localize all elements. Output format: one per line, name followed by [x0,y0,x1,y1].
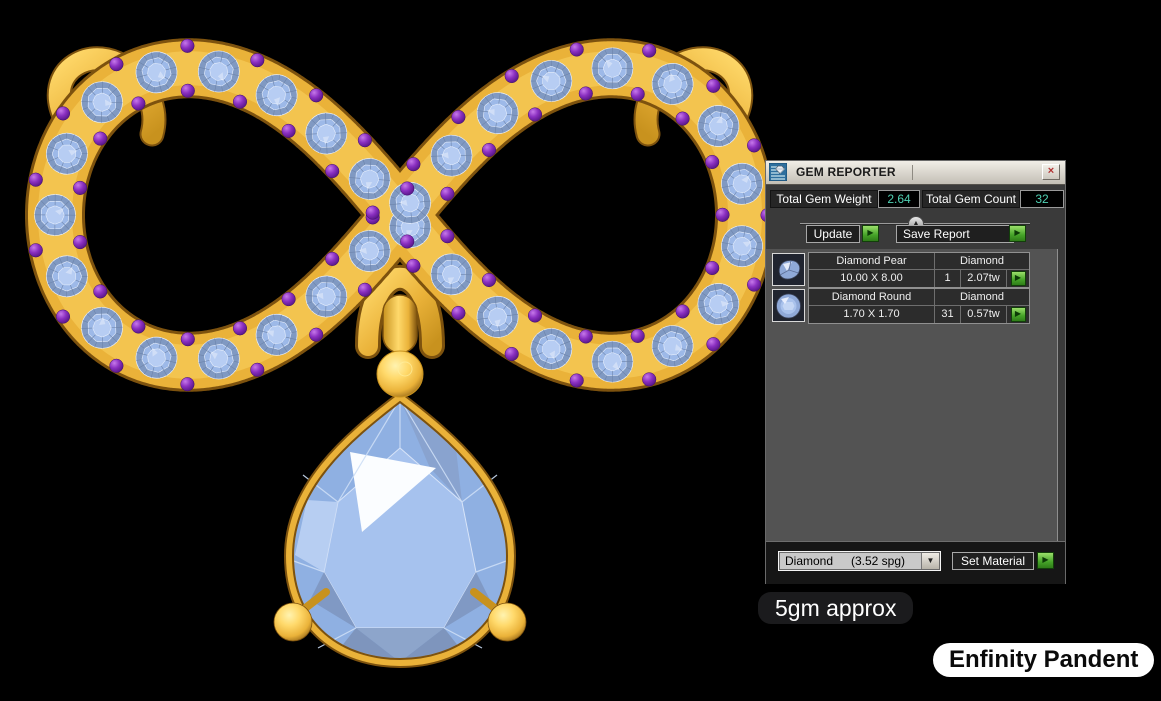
gem-row-action: ▶ [1007,306,1029,323]
pear-gem-thumbnail-icon [772,253,805,286]
pendant-3d-viewport[interactable] [0,0,800,701]
gem-name-cell: Diamond Round [809,289,935,306]
total-gem-count-label: Total Gem Count [922,190,1020,208]
gem-material-cell: Diamond [935,289,1029,306]
gem-name-cell: Diamond Pear [809,253,935,270]
material-dropdown[interactable]: Diamond (3.52 spg) ▼ [778,551,941,571]
round-gem-thumbnail-icon [772,289,805,322]
set-material-button[interactable]: Set Material [952,552,1034,570]
gem-row-diamond-round[interactable]: Diamond Round Diamond 1.70 X 1.70 31 0.5… [772,288,1030,324]
design-name-pill: Enfinity Pandent [933,643,1154,677]
total-gem-weight-value: 2.64 [878,190,920,208]
close-icon[interactable]: × [1042,164,1060,180]
gem-row-run-icon[interactable]: ▶ [1011,271,1026,286]
save-report-button[interactable]: Save Report [896,225,1014,243]
panel-title: GEM REPORTER [796,165,896,179]
gem-row-action: ▶ [1007,270,1029,287]
gem-weight-cell: 0.57tw [961,306,1007,323]
gem-size-cell: 1.70 X 1.70 [809,306,935,323]
panel-footer: Diamond (3.52 spg) ▼ Set Material ▶ [766,541,1065,584]
gem-size-cell: 10.00 X 8.00 [809,270,935,287]
panel-titlebar[interactable]: GEM REPORTER × [766,161,1065,185]
chevron-down-icon[interactable]: ▼ [921,553,939,569]
update-button[interactable]: Update [806,225,860,243]
gem-reporter-panel: GEM REPORTER × Total Gem Weight 2.64 Tot… [766,161,1065,583]
material-density-value: (3.52 spg) [851,554,905,568]
gem-count-cell: 31 [935,306,961,323]
gem-material-cell: Diamond [935,253,1029,270]
set-material-run-icon[interactable]: ▶ [1037,552,1054,569]
gem-row-run-icon[interactable]: ▶ [1011,307,1026,322]
gem-row-diamond-pear[interactable]: Diamond Pear Diamond 10.00 X 8.00 1 2.07… [772,252,1030,288]
gem-list-area: Diamond Pear Diamond 10.00 X 8.00 1 2.07… [766,249,1058,542]
update-run-icon[interactable]: ▶ [862,225,879,242]
titlebar-divider [912,165,913,180]
total-gem-weight-label: Total Gem Weight [770,190,878,208]
gem-report-icon [769,163,787,181]
save-report-run-icon[interactable]: ▶ [1009,225,1026,242]
gem-count-cell: 1 [935,270,961,287]
weight-note-badge: 5gm approx [758,592,913,624]
material-dropdown-value: Diamond [785,554,833,568]
total-gem-count-value: 32 [1020,190,1064,208]
gem-weight-cell: 2.07tw [961,270,1007,287]
